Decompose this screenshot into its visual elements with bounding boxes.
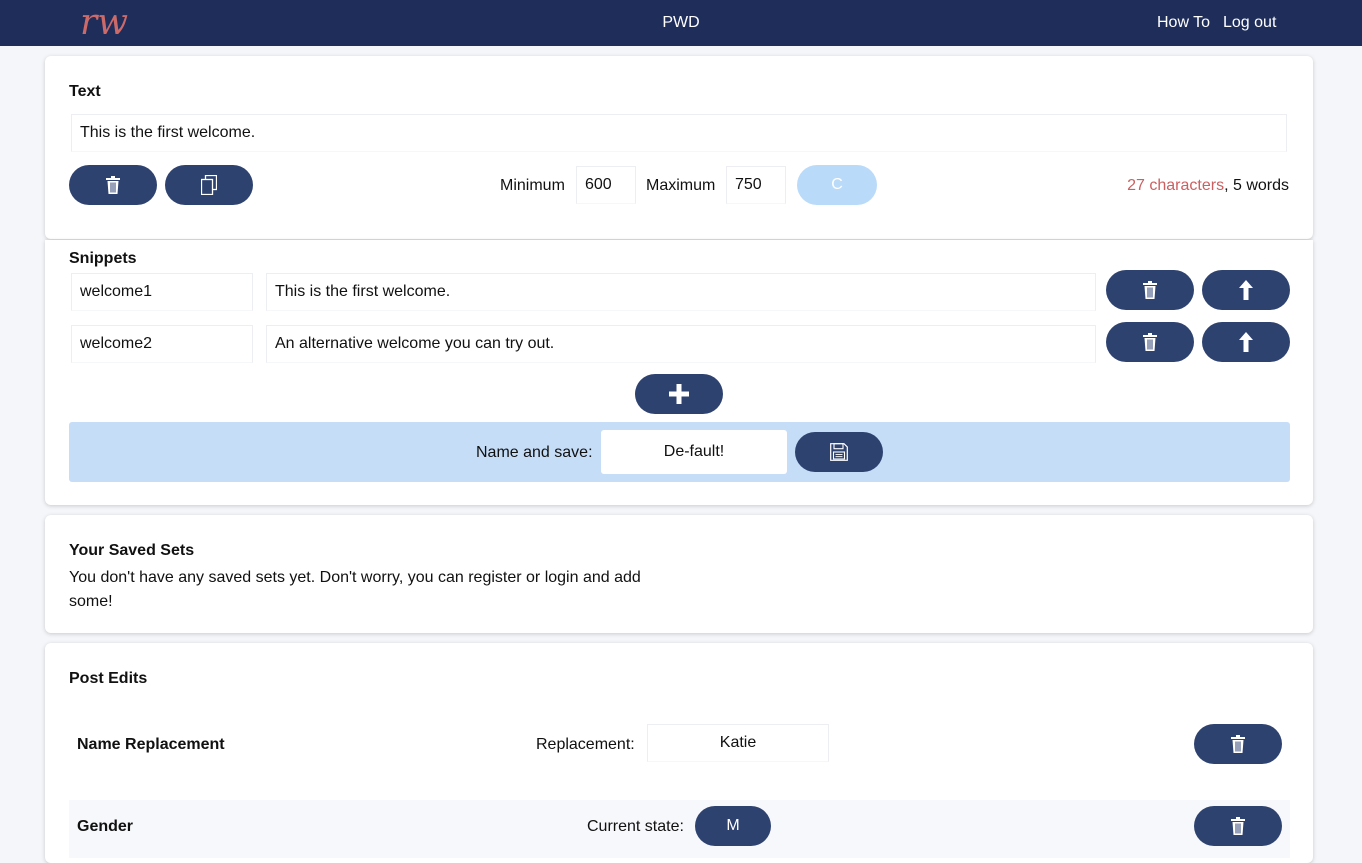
maximum-value: 750 [735, 176, 762, 193]
text-heading: Text [69, 83, 101, 100]
text-input[interactable]: This is the first welcome. [71, 114, 1287, 152]
delete-name-replacement-button[interactable] [1194, 724, 1282, 764]
word-count: 5 words [1232, 177, 1289, 194]
delete-text-button[interactable] [69, 165, 157, 205]
trash-icon [1143, 333, 1157, 351]
minimum-input[interactable]: 600 [576, 166, 636, 204]
use-snippet-button[interactable] [1202, 270, 1290, 310]
snippet-name-value: welcome2 [80, 335, 153, 352]
snippet-text-value: This is the first welcome. [275, 283, 451, 300]
character-count: 27 characters [1127, 177, 1225, 194]
save-bar: Name and save: De-fault! [69, 422, 1290, 482]
replacement-label: Replacement: [536, 736, 635, 753]
text-input-value: This is the first welcome. [80, 124, 256, 141]
use-snippet-button[interactable] [1202, 322, 1290, 362]
snippet-name-value: welcome1 [80, 283, 153, 300]
save-label: Name and save: [476, 444, 593, 461]
top-navbar: rw PWD How To Log out [0, 0, 1362, 46]
arrow-up-icon [1239, 280, 1253, 300]
text-card: Text This is the first welcome. Minimum … [45, 56, 1313, 239]
snippet-name-input[interactable]: welcome1 [71, 273, 253, 311]
replacement-value: Katie [719, 734, 757, 751]
trash-icon [1231, 817, 1245, 835]
text-stats: 27 characters, 5 words [1127, 177, 1289, 195]
check-button[interactable]: C [797, 165, 877, 205]
how-to-link[interactable]: How To [1157, 14, 1210, 32]
name-replacement-title: Name Replacement [77, 736, 225, 753]
saved-sets-card: Your Saved Sets You don't have any saved… [45, 515, 1313, 633]
minimum-value: 600 [585, 176, 612, 193]
add-snippet-button[interactable] [635, 374, 723, 414]
save-name-input[interactable]: De-fault! [601, 430, 787, 474]
copy-icon [201, 175, 217, 195]
maximum-label: Maximum [646, 177, 716, 194]
saved-sets-message-line: some! [69, 593, 113, 610]
gender-row: Gender Current state: M [69, 800, 1290, 858]
snippets-card: Snippets welcome1 This is the first welc… [45, 240, 1313, 505]
saved-sets-heading: Your Saved Sets [69, 542, 195, 559]
snippet-text-value: An alternative welcome you can try out. [275, 335, 555, 352]
gender-toggle-button[interactable]: M [695, 806, 771, 846]
post-edits-card: Post Edits Name Replacement Replacement:… [45, 643, 1313, 863]
trash-icon [1143, 281, 1157, 299]
save-name-value: De-fault! [663, 443, 725, 460]
copy-text-button[interactable] [165, 165, 253, 205]
delete-gender-button[interactable] [1194, 806, 1282, 846]
delete-snippet-button[interactable] [1106, 270, 1194, 310]
save-set-button[interactable] [795, 432, 883, 472]
stats-separator: , [1224, 177, 1229, 194]
arrow-up-icon [1239, 332, 1253, 352]
log-out-link[interactable]: Log out [1223, 14, 1276, 32]
check-button-label: C [831, 176, 843, 193]
trash-icon [1231, 735, 1245, 753]
plus-icon [669, 384, 689, 404]
saved-sets-message: You don't have any saved sets yet. Don't… [69, 566, 641, 614]
post-edits-heading: Post Edits [69, 670, 148, 687]
gender-state-value: M [726, 817, 740, 834]
trash-icon [106, 176, 120, 194]
delete-snippet-button[interactable] [1106, 322, 1194, 362]
saved-sets-message-line: You don't have any saved sets yet. Don't… [69, 569, 641, 586]
current-state-label: Current state: [587, 818, 684, 835]
maximum-input[interactable]: 750 [726, 166, 786, 204]
snippet-text-input[interactable]: An alternative welcome you can try out. [266, 325, 1096, 363]
floppy-disk-icon [830, 443, 848, 461]
gender-title: Gender [77, 818, 134, 835]
snippets-heading: Snippets [69, 250, 137, 267]
snippet-text-input[interactable]: This is the first welcome. [266, 273, 1096, 311]
replacement-input[interactable]: Katie [647, 724, 829, 762]
minimum-label: Minimum [500, 177, 565, 194]
snippet-name-input[interactable]: welcome2 [71, 325, 253, 363]
